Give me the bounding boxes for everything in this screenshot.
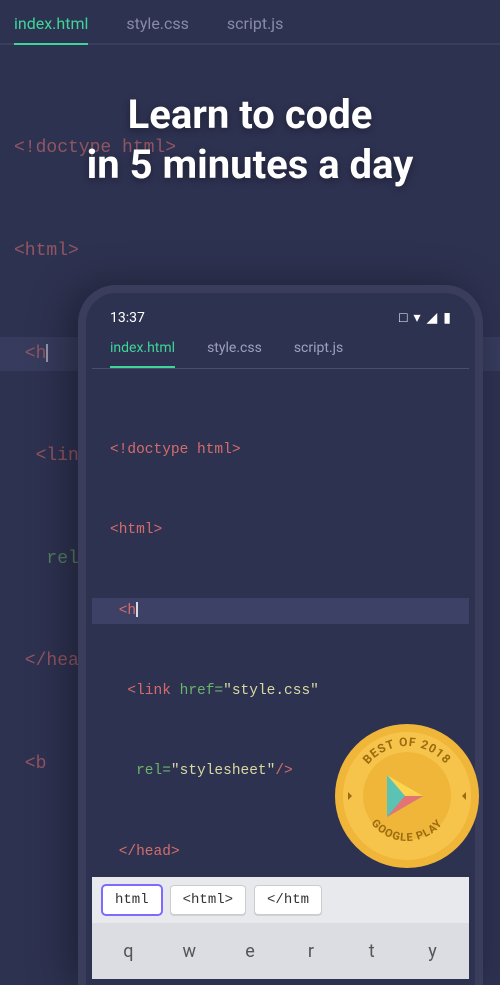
suggestion-pill[interactable]: </htm [254, 885, 322, 915]
key-r[interactable]: r [280, 931, 341, 972]
headline-line1: Learn to code [0, 90, 500, 140]
bg-tab-style[interactable]: style.css [126, 14, 189, 33]
phone-mockup: 13:37 □ ▾ ◢ ▮ index.html style.css scrip… [78, 285, 483, 985]
code-line: <html> [110, 522, 162, 538]
wifi-icon: ▾ [413, 310, 420, 326]
bg-code-line: <b [14, 754, 46, 774]
key-w[interactable]: w [159, 931, 220, 972]
phone-screen: 13:37 □ ▾ ◢ ▮ index.html style.css scrip… [92, 299, 469, 979]
bg-tab-index[interactable]: index.html [14, 14, 88, 45]
code-line: <link [110, 683, 180, 699]
key-y[interactable]: y [402, 931, 463, 972]
headline: Learn to code in 5 minutes a day [0, 90, 500, 190]
vibrate-icon: □ [399, 309, 407, 326]
status-time: 13:37 [110, 310, 145, 326]
code-line: </head> [110, 844, 180, 860]
tab-style[interactable]: style.css [207, 340, 262, 368]
bg-code-line: <h [14, 344, 46, 364]
text-cursor-icon [136, 602, 138, 617]
bg-tabs: index.html style.css script.js [0, 0, 500, 45]
suggestion-row: html <html> </htm [92, 877, 469, 923]
key-t[interactable]: t [341, 931, 402, 972]
key-q[interactable]: q [98, 931, 159, 972]
bg-code-line: <html> [14, 241, 79, 261]
suggestion-pill[interactable]: <html> [170, 885, 246, 915]
key-e[interactable]: e [220, 931, 281, 972]
code-line: rel= [110, 763, 171, 779]
keyboard: q w e r t y [92, 923, 469, 979]
code-line: <!doctype html> [110, 442, 241, 458]
suggestion-pill[interactable]: html [102, 885, 162, 915]
signal-icon: ◢ [427, 310, 438, 326]
tab-index[interactable]: index.html [110, 340, 175, 368]
battery-icon: ▮ [443, 310, 451, 326]
headline-line2: in 5 minutes a day [0, 140, 500, 190]
text-cursor-icon [46, 344, 48, 362]
code-line-active: <h [110, 603, 136, 619]
bg-tab-script[interactable]: script.js [227, 14, 283, 33]
tab-script[interactable]: script.js [294, 340, 343, 368]
status-bar: 13:37 □ ▾ ◢ ▮ [92, 299, 469, 332]
google-play-best-of-badge: BEST OF 2018 GOOGLE PLAY [332, 721, 482, 871]
phone-tabs: index.html style.css script.js [92, 332, 469, 369]
